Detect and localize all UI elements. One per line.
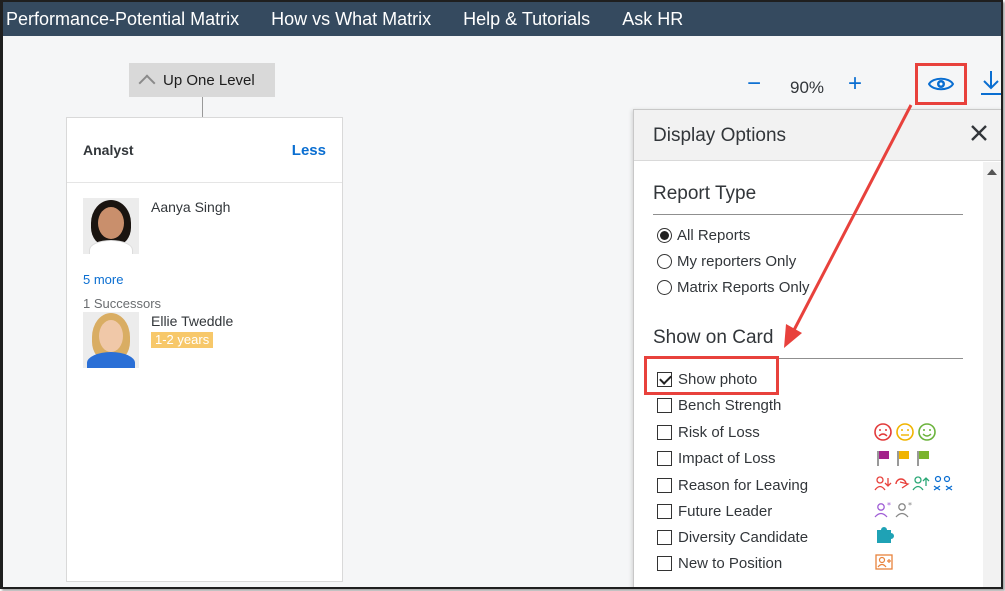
checkbox[interactable] [657,478,672,493]
close-button[interactable] [970,124,988,147]
radio-my-reporters-only[interactable]: My reporters Only [657,253,796,270]
display-options-button[interactable] [915,63,967,105]
top-navigation: Performance-Potential Matrix How vs What… [3,2,1001,36]
show-on-card-heading: Show on Card [653,327,774,348]
checkbox-label: Future Leader [678,503,773,520]
nav-help-tutorials[interactable]: Help & Tutorials [447,9,606,30]
svg-text:*: * [887,501,891,510]
radio-label: My reporters Only [677,253,797,270]
checkbox-reason-for-leaving[interactable]: Reason for Leaving [657,477,808,494]
display-options-panel: Display Options Report Type All Reports … [633,109,1001,587]
nav-how-vs-what-matrix[interactable]: How vs What Matrix [255,9,447,30]
radio-label: Matrix Reports Only [677,279,810,296]
less-toggle-link[interactable]: Less [292,142,326,159]
checkbox-risk-of-loss[interactable]: Risk of Loss [657,424,760,441]
leader-icons: * * [874,501,912,518]
risk-face-icons [874,423,936,441]
checkbox-label: Bench Strength [678,397,782,414]
risk-of-loss-icons [874,422,936,442]
app-window: Performance-Potential Matrix How vs What… [0,0,1003,589]
checkbox-bench-strength[interactable]: Bench Strength [657,397,781,414]
future-leader-icons: * * [874,500,918,520]
scrollbar[interactable] [983,162,1001,587]
panel-title: Display Options [653,125,787,146]
position-card: Analyst Less Aanya Singh 5 more 1 Succes… [66,117,343,582]
avatar [83,198,139,254]
checkbox[interactable] [657,504,672,519]
incumbent-name: Aanya Singh [151,199,231,215]
zoom-out-button[interactable]: − [747,72,761,96]
annotation-highlight-box [644,356,779,395]
radio-all-reports[interactable]: All Reports [657,227,750,244]
flag-icons [877,451,929,466]
checkbox-impact-of-loss[interactable]: Impact of Loss [657,450,776,467]
divider [653,214,963,215]
impact-of-loss-icons [874,448,934,468]
checkbox-diversity-candidate[interactable]: Diversity Candidate [657,529,808,546]
checkbox[interactable] [657,556,672,571]
eye-icon [928,77,954,91]
checkbox[interactable] [657,398,672,413]
avatar [83,312,139,368]
checkbox-label: Reason for Leaving [678,477,809,494]
reason-icons [874,475,953,491]
more-link[interactable]: 5 more [83,272,123,287]
connector-line [202,97,203,117]
close-icon [971,125,987,141]
readiness-badge: 1-2 years [151,332,214,348]
panel-header: Display Options [634,110,1001,161]
card-header: Analyst Less [67,118,342,183]
checkbox-future-leader[interactable]: Future Leader [657,503,772,520]
up-one-level-button[interactable]: Up One Level [129,63,275,97]
nav-performance-potential-matrix[interactable]: Performance-Potential Matrix [3,9,255,30]
checkbox[interactable] [657,451,672,466]
puzzle-icon [877,527,894,543]
diversity-candidate-icons [874,526,898,546]
incumbent[interactable]: Aanya Singh [83,198,230,254]
checkbox-label: Risk of Loss [678,424,760,441]
download-button[interactable] [980,70,1001,101]
radio-button[interactable] [657,280,672,295]
svg-text:*: * [908,501,912,510]
checkbox-label: Impact of Loss [678,450,776,467]
zoom-level: 90% [790,78,825,97]
report-type-heading: Report Type [653,183,757,204]
successor[interactable]: Ellie Tweddle 1-2 years [83,312,233,368]
org-chart-canvas: Up One Level Analyst Less Aanya Singh 5 … [3,36,1001,587]
download-icon [981,71,1001,95]
radio-button[interactable] [657,228,672,243]
checkbox-new-to-position[interactable]: New to Position [657,555,782,572]
checkbox-label: Diversity Candidate [678,529,809,546]
successors-count: 1 Successors [83,296,162,311]
radio-matrix-reports-only[interactable]: Matrix Reports Only [657,279,810,296]
new-to-position-icons [874,552,898,572]
nav-ask-hr[interactable]: Ask HR [606,9,699,30]
checkbox[interactable] [657,425,672,440]
successor-name: Ellie Tweddle [151,313,234,329]
scroll-up-arrow-icon[interactable] [987,169,997,175]
up-one-level-label: Up One Level [163,71,255,89]
radio-label: All Reports [677,227,751,244]
chevron-up-icon [138,74,156,92]
checkbox-label: New to Position [678,555,783,572]
new-position-icon [875,554,893,570]
zoom-in-button[interactable]: + [848,72,862,96]
checkbox[interactable] [657,530,672,545]
position-title: Analyst [83,142,134,158]
reason-for-leaving-icons [874,474,954,494]
radio-button[interactable] [657,254,672,269]
